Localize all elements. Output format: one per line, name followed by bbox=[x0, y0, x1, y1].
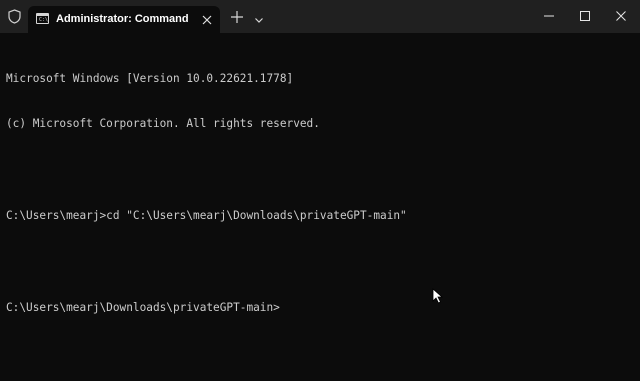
maximize-button[interactable] bbox=[575, 6, 595, 26]
terminal-prompt-line: C:\Users\mearj\Downloads\privateGPT-main… bbox=[6, 301, 280, 315]
title-bar: C:\ Administrator: Command Pro bbox=[0, 0, 640, 33]
mouse-pointer-icon bbox=[432, 288, 444, 304]
close-window-button[interactable] bbox=[611, 6, 631, 26]
maximize-icon bbox=[580, 11, 590, 21]
terminal-icon: C:\ bbox=[36, 13, 49, 24]
minimize-button[interactable] bbox=[539, 6, 559, 26]
plus-icon bbox=[231, 11, 243, 23]
minimize-icon bbox=[544, 15, 554, 17]
terminal-output[interactable]: Microsoft Windows [Version 10.0.22621.17… bbox=[6, 40, 636, 370]
new-tab-button[interactable] bbox=[229, 9, 245, 25]
close-icon bbox=[616, 11, 626, 21]
dropdown-button[interactable] bbox=[253, 11, 265, 23]
chevron-down-icon bbox=[255, 18, 263, 23]
tab-title: Administrator: Command Pro bbox=[56, 13, 192, 25]
terminal-line: (c) Microsoft Corporation. All rights re… bbox=[6, 117, 320, 131]
terminal-line: Microsoft Windows [Version 10.0.22621.17… bbox=[6, 71, 294, 85]
close-tab-icon[interactable] bbox=[200, 12, 214, 26]
shield-icon[interactable] bbox=[6, 8, 22, 24]
tab-command-prompt[interactable]: C:\ Administrator: Command Pro bbox=[28, 6, 220, 33]
terminal-line: C:\Users\mearj>cd "C:\Users\mearj\Downlo… bbox=[6, 209, 407, 223]
